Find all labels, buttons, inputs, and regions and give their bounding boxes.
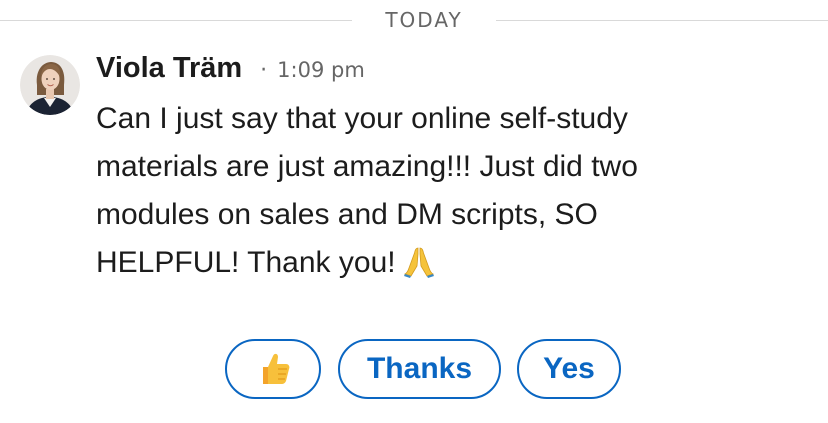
thumbs-up-icon [263, 353, 290, 384]
message-header: Viola Träm · 1:09 pm [96, 52, 365, 92]
thanks-reply-button[interactable]: Thanks [338, 339, 501, 399]
header-separator: · [260, 58, 268, 83]
day-divider: TODAY [0, 6, 828, 34]
message-timestamp: 1:09 pm [277, 58, 365, 82]
divider-line-left [0, 20, 352, 21]
divider-label: TODAY [385, 8, 463, 32]
message-line-text: HELPFUL! Thank you! [96, 246, 396, 279]
message-line: modules on sales and DM scripts, SO [96, 198, 598, 231]
message-line: Can I just say that your online self-stu… [96, 102, 628, 135]
sender-name[interactable]: Viola Träm [96, 52, 242, 85]
divider-line-right [496, 20, 828, 21]
message-line-last: HELPFUL! Thank you! [96, 239, 786, 293]
avatar[interactable] [20, 55, 80, 115]
folded-hands-icon [402, 244, 436, 293]
message-body: Can I just say that your online self-stu… [96, 95, 786, 293]
yes-reply-button[interactable]: Yes [517, 339, 621, 399]
avatar-photo-icon [20, 55, 80, 115]
message-line: materials are just amazing!!! Just did t… [96, 150, 638, 183]
thumbs-up-reply-button[interactable] [225, 339, 321, 399]
